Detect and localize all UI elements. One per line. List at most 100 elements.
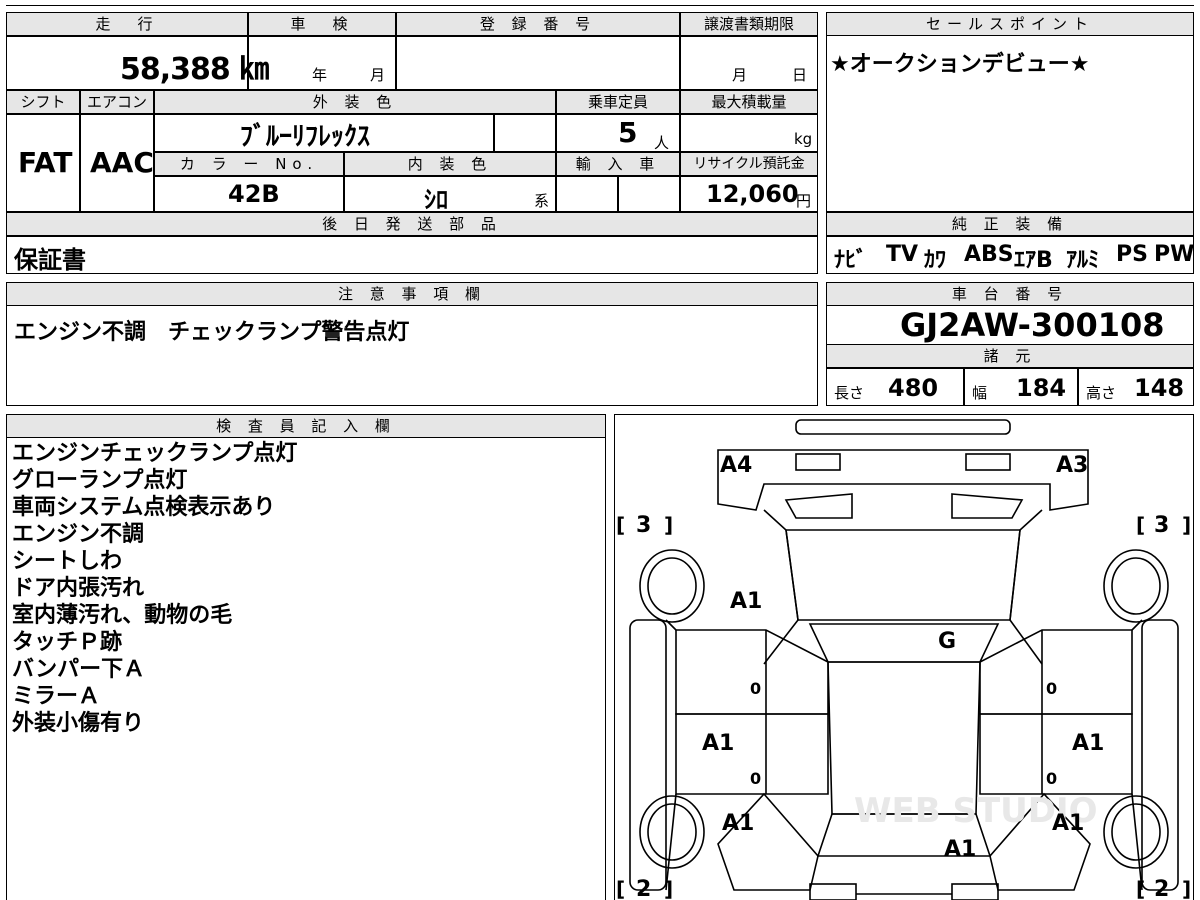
rear-lamp-right <box>951 883 999 900</box>
genuine-equipment-header: 純 正 装 備 <box>826 212 1194 236</box>
interior-suffix: 系 <box>534 192 550 210</box>
rear-fender-left <box>717 792 819 891</box>
note-line: ドア内張汚れ <box>12 576 145 601</box>
exterior-extra-cell <box>494 114 556 152</box>
transfer-day: 日 <box>792 66 808 84</box>
exterior-header: 外 装 色 <box>154 90 556 114</box>
transfer-header: 譲渡書類期限 <box>680 12 818 36</box>
inspector-lines: エンジンチェックランプ点灯 グローランプ点灯 車両システム点検表示あり エンジン… <box>12 440 602 737</box>
note-line: タッチＰ跡 <box>12 630 123 655</box>
note-line: エンジンチェックランプ点灯 <box>12 441 298 466</box>
inspector-header: 検 査 員 記 入 欄 <box>6 414 606 438</box>
mileage-value: 58,388 ㎞ <box>120 52 269 87</box>
registration-cell <box>396 36 680 90</box>
height-value: 148 <box>1134 374 1185 402</box>
fog-lamp-left <box>795 453 841 471</box>
windshield <box>808 623 1000 663</box>
mark-rear: A1 <box>944 837 976 862</box>
color-no-header: カ ラ ー No. <box>154 152 344 176</box>
front-bumper <box>717 449 1089 511</box>
interior-value: ｼﾛ <box>424 186 448 214</box>
max-load-unit: kg <box>794 130 813 148</box>
shift-header: シフト <box>6 90 80 114</box>
chassis-value: GJ2AW-300108 <box>900 306 1165 344</box>
caution-header: 注 意 事 項 欄 <box>6 282 818 306</box>
front-fender-right <box>1009 509 1043 665</box>
recycle-header: リサイクル預託金 <box>680 152 818 176</box>
equip-item-5: ｱﾙﾐ <box>1066 248 1100 273</box>
height-label: 高さ <box>1086 384 1117 402</box>
mark-right-front-door: A1 <box>1072 731 1104 756</box>
caution-value: エンジン不調 チェックランプ警告点灯 <box>14 320 410 345</box>
right-front-door <box>979 629 1133 715</box>
import-cell-a <box>556 176 618 212</box>
mileage-header: 走 行 <box>6 12 248 36</box>
mark-front-left: A4 <box>720 453 752 478</box>
note-line: エンジン不調 <box>12 522 145 547</box>
later-parts-cell <box>6 236 818 274</box>
bracket-fr-close: ] <box>1182 513 1191 537</box>
capacity-value: 5 <box>618 116 638 149</box>
aircon-header: エアコン <box>80 90 154 114</box>
tire-value-fr: 3 <box>1154 513 1169 538</box>
bracket-fl-open: [ <box>616 513 625 537</box>
interior-header: 内 装 色 <box>344 152 556 176</box>
left-sill <box>629 619 667 891</box>
tire-value-fl: 3 <box>636 513 651 538</box>
width-label: 幅 <box>972 384 988 402</box>
note-line: 室内薄汚れ、動物の毛 <box>12 603 233 628</box>
note-line: 車両システム点検表示あり <box>12 495 276 520</box>
tire-value-rl: 2 <box>636 877 651 900</box>
zero-left-upper: 0 <box>750 679 761 698</box>
equip-item-6: PS <box>1116 242 1148 267</box>
top-strip <box>6 0 1194 6</box>
bracket-rr-open: [ <box>1136 877 1145 900</box>
tire-front-left <box>639 549 705 623</box>
bracket-fr-open: [ <box>1136 513 1145 537</box>
rear-lamp-left <box>809 883 857 900</box>
tire-value-rr: 2 <box>1154 877 1169 900</box>
chassis-header: 車 台 番 号 <box>826 282 1194 306</box>
right-sill <box>1141 619 1179 891</box>
equip-item-2: ｶﾜ <box>924 248 947 273</box>
specs-header: 諸 元 <box>826 344 1194 368</box>
capacity-header: 乗車定員 <box>556 90 680 114</box>
import-header: 輸 入 車 <box>556 152 680 176</box>
front-fender-left <box>763 509 799 665</box>
sales-point-header: セールスポイント <box>826 12 1194 36</box>
import-cell-b <box>618 176 680 212</box>
note-line: 外装小傷有り <box>12 711 145 736</box>
mark-front-right: A3 <box>1056 453 1088 478</box>
zero-right-lower: 0 <box>1046 769 1057 788</box>
front-bumper-bar <box>795 419 1011 435</box>
zero-right-upper: 0 <box>1046 679 1057 698</box>
later-parts-value: 保証書 <box>14 246 86 274</box>
transfer-month: 月 <box>732 66 748 84</box>
car-diagram: WEB STUDIO A4 A3 A1 G A1 A1 A1 A1 A1 0 0… <box>616 419 1191 900</box>
mark-bonnet: A1 <box>730 589 762 614</box>
note-line: グローランプ点灯 <box>12 468 188 493</box>
capacity-unit: 人 <box>654 134 670 152</box>
bracket-fl-close: ] <box>664 513 673 537</box>
inspection-year: 年 <box>312 66 328 84</box>
headlight-left <box>784 493 853 519</box>
mark-left-rear: A1 <box>722 811 754 836</box>
color-no-value: 42B <box>228 180 280 208</box>
inspection-month: 月 <box>370 66 386 84</box>
equip-item-4: ｴｱB <box>1014 248 1053 273</box>
width-value: 184 <box>1016 374 1067 402</box>
mark-roof: G <box>938 629 956 654</box>
recycle-value: 12,060 <box>706 180 799 208</box>
interior-cell <box>344 176 556 212</box>
equip-item-0: ﾅﾋﾞ <box>834 248 868 273</box>
shift-value: FAT <box>18 146 73 179</box>
max-load-header: 最大積載量 <box>680 90 818 114</box>
tire-front-right <box>1103 549 1169 623</box>
inspection-header: 車 検 <box>248 12 396 36</box>
fog-lamp-right <box>965 453 1011 471</box>
bracket-rr-close: ] <box>1182 877 1191 900</box>
aircon-value: AAC <box>90 146 154 179</box>
exterior-value: ﾌﾞﾙｰﾘﾌﾚｯｸｽ <box>240 122 371 152</box>
equip-item-1: TV <box>886 242 919 267</box>
mark-left-front-door: A1 <box>702 731 734 756</box>
